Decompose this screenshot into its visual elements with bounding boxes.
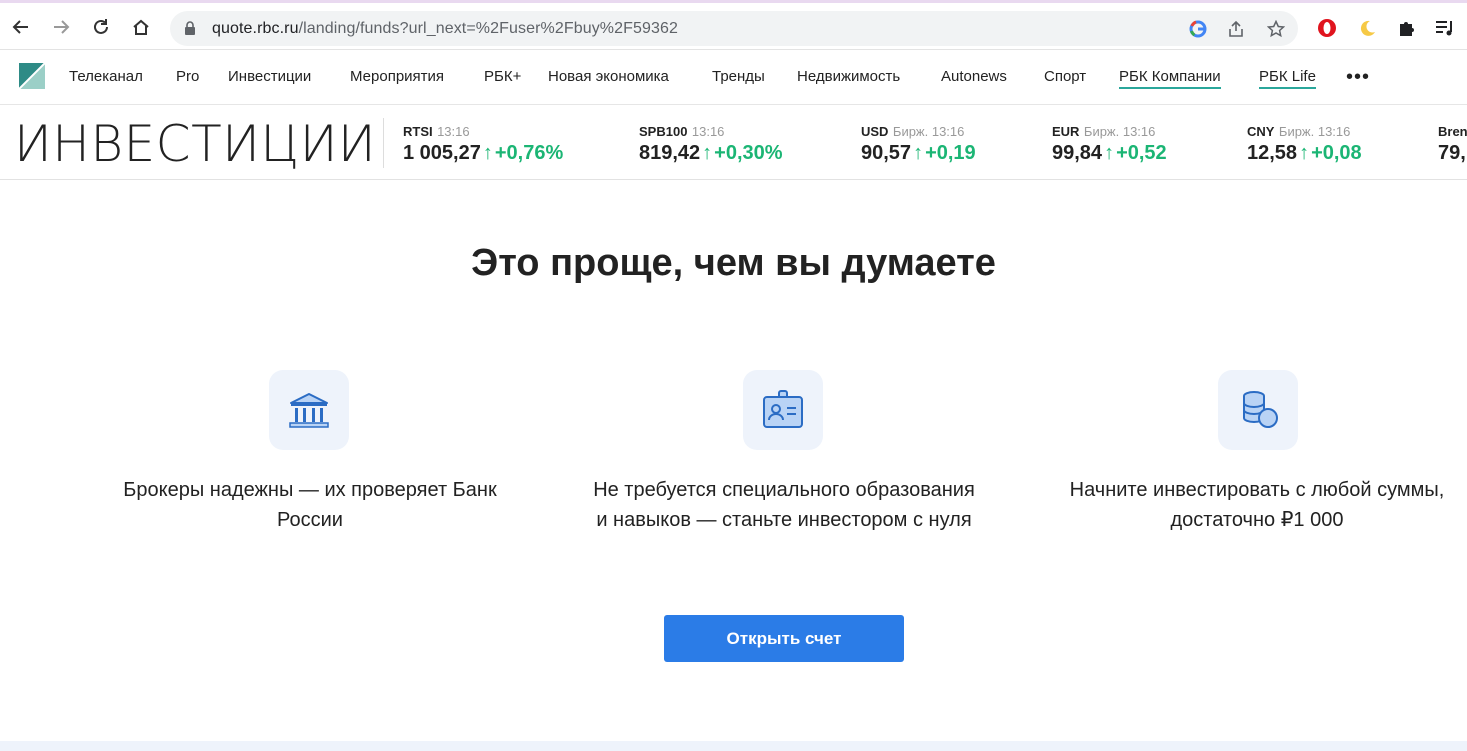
reload-icon[interactable] <box>90 16 112 38</box>
feature-text-line: Начните инвестировать с любой суммы, <box>1069 479 1445 501</box>
playlist-icon[interactable] <box>1434 17 1456 39</box>
google-icon[interactable] <box>1188 19 1208 39</box>
url-host: quote.rbc.ru <box>212 20 299 37</box>
feature-any-amount: Начните инвестировать с любой суммы, дос… <box>1037 475 1467 535</box>
ticker-time: Бирж. 13:16 <box>892 124 965 139</box>
ticker-time: 13:16 <box>691 124 725 139</box>
lock-icon[interactable] <box>184 21 196 40</box>
nav-item-rbc-life[interactable]: РБК Life <box>1259 68 1316 89</box>
more-menu-icon[interactable]: ••• <box>1346 66 1370 89</box>
puzzle-icon[interactable] <box>1396 17 1418 39</box>
ticker-change: +0,76% <box>494 142 564 164</box>
nav-item-real-estate[interactable]: Недвижимость <box>797 68 900 85</box>
ticker-time: Бирж. 13:16 <box>1278 124 1351 139</box>
star-icon[interactable] <box>1266 19 1286 39</box>
ticker-spb100[interactable]: SPB100 13:16 819,42 ↑ +0,30% <box>639 123 783 165</box>
url-path: /landing/funds?url_next=%2Fuser%2Fbuy%2F… <box>298 20 678 37</box>
up-arrow-icon: ↑ <box>1299 142 1310 164</box>
rbc-logo-icon[interactable] <box>18 62 46 90</box>
nav-item-new-economy[interactable]: Новая экономика <box>548 68 669 85</box>
ticker-cny[interactable]: CNY Бирж. 13:16 12,58 ↑ +0,08 <box>1247 123 1362 165</box>
ticker-name: Brent <box>1438 124 1467 139</box>
ticker-value: 819,42 <box>639 142 701 164</box>
ticker-name: RTSI <box>403 124 433 139</box>
nav-item-events[interactable]: Мероприятия <box>350 68 444 85</box>
opera-icon[interactable] <box>1316 17 1338 39</box>
ticker-time: 13:16 <box>437 124 470 139</box>
nav-item-rbc-companies[interactable]: РБК Компании <box>1119 68 1221 89</box>
ticker-value: 1 005,27 <box>403 142 481 164</box>
ticker-change: +0,08 <box>1311 142 1362 164</box>
ticker-rtsi[interactable]: RTSI 13:16 1 005,27 ↑ +0,76% <box>403 123 563 165</box>
feature-text-line: Не требуется специального образования <box>593 479 975 501</box>
nav-item-tv[interactable]: Телеканал <box>69 68 143 85</box>
url-text[interactable]: quote.rbc.ru/landing/funds?url_next=%2Fu… <box>212 20 678 38</box>
nav-item-pro[interactable]: Pro <box>176 68 199 85</box>
nav-item-investments[interactable]: Инвестиции <box>228 68 311 85</box>
ticker-change: +0,19 <box>925 142 976 164</box>
ticker-change: +0,52 <box>1116 142 1167 164</box>
feature-text-line: Брокеры надежны — их проверяет Банк <box>123 479 497 501</box>
ticker-value: 90,57 <box>861 142 912 164</box>
moon-icon[interactable] <box>1356 17 1378 39</box>
feature-text-line: и навыков — станьте инвестором с нуля <box>596 509 972 531</box>
nav-item-sport[interactable]: Спорт <box>1044 68 1086 85</box>
bank-icon <box>269 370 349 450</box>
address-bar[interactable]: quote.rbc.ru/landing/funds?url_next=%2Fu… <box>170 11 1298 46</box>
up-arrow-icon: ↑ <box>482 142 493 164</box>
nav-item-rbc-plus[interactable]: РБК+ <box>484 68 521 85</box>
ticker-name: SPB100 <box>639 124 688 139</box>
ticker-change: +0,30% <box>714 142 783 164</box>
back-arrow-icon[interactable] <box>10 16 32 38</box>
up-arrow-icon: ↑ <box>702 142 713 164</box>
page-headline: Это проще, чем вы думаете <box>471 242 996 284</box>
forward-arrow-icon[interactable] <box>50 16 72 38</box>
ticker-brent[interactable]: Brent 79, <box>1438 123 1467 165</box>
next-section-band <box>0 741 1467 751</box>
section-title[interactable]: ИНВЕСТИЦИИ <box>14 115 376 173</box>
feature-text-line: России <box>277 509 343 531</box>
nav-item-autonews[interactable]: Autonews <box>941 68 1007 85</box>
open-account-button[interactable]: Открыть счет <box>664 615 904 662</box>
id-card-icon <box>743 370 823 450</box>
feature-no-education: Не требуется специального образования и … <box>564 475 1004 535</box>
feature-text-line: достаточно ₽1 000 <box>1170 509 1344 531</box>
coins-icon <box>1218 370 1298 450</box>
ticker-time: Бирж. 13:16 <box>1083 124 1156 139</box>
divider <box>383 118 384 168</box>
nav-item-trends[interactable]: Тренды <box>712 68 765 85</box>
up-arrow-icon: ↑ <box>913 142 924 164</box>
top-navigation: Телеканал Pro Инвестиции Мероприятия РБК… <box>0 50 1467 105</box>
ticker-value: 79, <box>1438 142 1466 164</box>
ticker-name: USD <box>861 124 889 139</box>
browser-toolbar: quote.rbc.ru/landing/funds?url_next=%2Fu… <box>0 0 1467 50</box>
feature-brokers: Брокеры надежны — их проверяет Банк Росс… <box>90 475 530 535</box>
ticker-bar: ИНВЕСТИЦИИ RTSI 13:16 1 005,27 ↑ +0,76% SP… <box>0 105 1467 180</box>
ticker-value: 99,84 <box>1052 142 1103 164</box>
ticker-name: EUR <box>1052 124 1080 139</box>
up-arrow-icon: ↑ <box>1104 142 1115 164</box>
share-icon[interactable] <box>1226 19 1246 39</box>
ticker-usd[interactable]: USD Бирж. 13:16 90,57 ↑ +0,19 <box>861 123 976 165</box>
ticker-value: 12,58 <box>1247 142 1298 164</box>
ticker-eur[interactable]: EUR Бирж. 13:16 99,84 ↑ +0,52 <box>1052 123 1167 165</box>
home-icon[interactable] <box>130 16 152 38</box>
ticker-name: CNY <box>1247 124 1275 139</box>
